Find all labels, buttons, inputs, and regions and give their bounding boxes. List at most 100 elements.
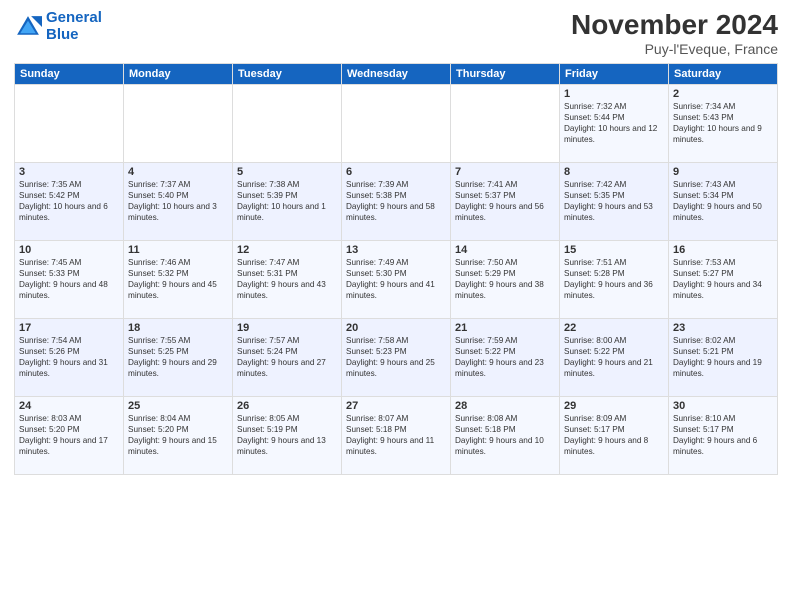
- day-detail: Sunrise: 8:03 AM Sunset: 5:20 PM Dayligh…: [19, 413, 119, 457]
- day-cell: 19Sunrise: 7:57 AM Sunset: 5:24 PM Dayli…: [233, 318, 342, 396]
- day-number: 24: [19, 400, 119, 412]
- day-cell: 8Sunrise: 7:42 AM Sunset: 5:35 PM Daylig…: [560, 162, 669, 240]
- day-detail: Sunrise: 8:07 AM Sunset: 5:18 PM Dayligh…: [346, 413, 446, 457]
- day-cell: 22Sunrise: 8:00 AM Sunset: 5:22 PM Dayli…: [560, 318, 669, 396]
- day-number: 3: [19, 166, 119, 178]
- day-number: 22: [564, 322, 664, 334]
- day-detail: Sunrise: 7:34 AM Sunset: 5:43 PM Dayligh…: [673, 101, 773, 145]
- day-cell: 18Sunrise: 7:55 AM Sunset: 5:25 PM Dayli…: [124, 318, 233, 396]
- day-cell: 17Sunrise: 7:54 AM Sunset: 5:26 PM Dayli…: [15, 318, 124, 396]
- day-detail: Sunrise: 7:55 AM Sunset: 5:25 PM Dayligh…: [128, 335, 228, 379]
- col-thursday: Thursday: [451, 63, 560, 84]
- day-cell: 10Sunrise: 7:45 AM Sunset: 5:33 PM Dayli…: [15, 240, 124, 318]
- day-detail: Sunrise: 7:45 AM Sunset: 5:33 PM Dayligh…: [19, 257, 119, 301]
- day-cell: 3Sunrise: 7:35 AM Sunset: 5:42 PM Daylig…: [15, 162, 124, 240]
- day-number: 7: [455, 166, 555, 178]
- day-number: 26: [237, 400, 337, 412]
- logo-line1: General: [46, 9, 102, 26]
- day-detail: Sunrise: 7:38 AM Sunset: 5:39 PM Dayligh…: [237, 179, 337, 223]
- day-detail: Sunrise: 8:00 AM Sunset: 5:22 PM Dayligh…: [564, 335, 664, 379]
- day-detail: Sunrise: 7:49 AM Sunset: 5:30 PM Dayligh…: [346, 257, 446, 301]
- day-cell: 30Sunrise: 8:10 AM Sunset: 5:17 PM Dayli…: [669, 396, 778, 474]
- day-cell: 29Sunrise: 8:09 AM Sunset: 5:17 PM Dayli…: [560, 396, 669, 474]
- day-number: 20: [346, 322, 446, 334]
- col-saturday: Saturday: [669, 63, 778, 84]
- month-title: November 2024: [571, 10, 778, 41]
- day-cell: 2Sunrise: 7:34 AM Sunset: 5:43 PM Daylig…: [669, 84, 778, 162]
- day-number: 15: [564, 244, 664, 256]
- day-detail: Sunrise: 8:02 AM Sunset: 5:21 PM Dayligh…: [673, 335, 773, 379]
- logo-icon: [14, 13, 42, 41]
- day-cell: 15Sunrise: 7:51 AM Sunset: 5:28 PM Dayli…: [560, 240, 669, 318]
- col-sunday: Sunday: [15, 63, 124, 84]
- day-detail: Sunrise: 7:53 AM Sunset: 5:27 PM Dayligh…: [673, 257, 773, 301]
- week-row-3: 10Sunrise: 7:45 AM Sunset: 5:33 PM Dayli…: [15, 240, 778, 318]
- title-block: November 2024 Puy-l'Eveque, France: [571, 10, 778, 57]
- day-number: 14: [455, 244, 555, 256]
- day-detail: Sunrise: 7:50 AM Sunset: 5:29 PM Dayligh…: [455, 257, 555, 301]
- day-number: 11: [128, 244, 228, 256]
- day-number: 21: [455, 322, 555, 334]
- col-friday: Friday: [560, 63, 669, 84]
- day-cell: 23Sunrise: 8:02 AM Sunset: 5:21 PM Dayli…: [669, 318, 778, 396]
- location-subtitle: Puy-l'Eveque, France: [571, 41, 778, 57]
- day-detail: Sunrise: 7:42 AM Sunset: 5:35 PM Dayligh…: [564, 179, 664, 223]
- day-cell: 4Sunrise: 7:37 AM Sunset: 5:40 PM Daylig…: [124, 162, 233, 240]
- logo-line2: Blue: [46, 26, 79, 43]
- calendar-table: Sunday Monday Tuesday Wednesday Thursday…: [14, 63, 778, 475]
- day-cell: [15, 84, 124, 162]
- col-wednesday: Wednesday: [342, 63, 451, 84]
- col-monday: Monday: [124, 63, 233, 84]
- day-cell: 24Sunrise: 8:03 AM Sunset: 5:20 PM Dayli…: [15, 396, 124, 474]
- col-tuesday: Tuesday: [233, 63, 342, 84]
- day-cell: 9Sunrise: 7:43 AM Sunset: 5:34 PM Daylig…: [669, 162, 778, 240]
- day-detail: Sunrise: 8:10 AM Sunset: 5:17 PM Dayligh…: [673, 413, 773, 457]
- week-row-1: 1Sunrise: 7:32 AM Sunset: 5:44 PM Daylig…: [15, 84, 778, 162]
- logo-text: General Blue: [46, 10, 102, 43]
- day-number: 18: [128, 322, 228, 334]
- day-detail: Sunrise: 7:37 AM Sunset: 5:40 PM Dayligh…: [128, 179, 228, 223]
- day-cell: [233, 84, 342, 162]
- day-detail: Sunrise: 7:59 AM Sunset: 5:22 PM Dayligh…: [455, 335, 555, 379]
- day-number: 5: [237, 166, 337, 178]
- day-number: 1: [564, 88, 664, 100]
- day-detail: Sunrise: 7:35 AM Sunset: 5:42 PM Dayligh…: [19, 179, 119, 223]
- calendar-header-row: Sunday Monday Tuesday Wednesday Thursday…: [15, 63, 778, 84]
- day-number: 28: [455, 400, 555, 412]
- day-detail: Sunrise: 7:46 AM Sunset: 5:32 PM Dayligh…: [128, 257, 228, 301]
- day-number: 16: [673, 244, 773, 256]
- day-cell: [124, 84, 233, 162]
- week-row-4: 17Sunrise: 7:54 AM Sunset: 5:26 PM Dayli…: [15, 318, 778, 396]
- day-number: 29: [564, 400, 664, 412]
- day-cell: 12Sunrise: 7:47 AM Sunset: 5:31 PM Dayli…: [233, 240, 342, 318]
- day-cell: 28Sunrise: 8:08 AM Sunset: 5:18 PM Dayli…: [451, 396, 560, 474]
- day-detail: Sunrise: 8:08 AM Sunset: 5:18 PM Dayligh…: [455, 413, 555, 457]
- day-detail: Sunrise: 8:05 AM Sunset: 5:19 PM Dayligh…: [237, 413, 337, 457]
- day-cell: 7Sunrise: 7:41 AM Sunset: 5:37 PM Daylig…: [451, 162, 560, 240]
- day-detail: Sunrise: 7:51 AM Sunset: 5:28 PM Dayligh…: [564, 257, 664, 301]
- day-number: 10: [19, 244, 119, 256]
- week-row-5: 24Sunrise: 8:03 AM Sunset: 5:20 PM Dayli…: [15, 396, 778, 474]
- day-number: 4: [128, 166, 228, 178]
- week-row-2: 3Sunrise: 7:35 AM Sunset: 5:42 PM Daylig…: [15, 162, 778, 240]
- day-cell: 14Sunrise: 7:50 AM Sunset: 5:29 PM Dayli…: [451, 240, 560, 318]
- day-cell: 20Sunrise: 7:58 AM Sunset: 5:23 PM Dayli…: [342, 318, 451, 396]
- day-detail: Sunrise: 7:57 AM Sunset: 5:24 PM Dayligh…: [237, 335, 337, 379]
- day-cell: 11Sunrise: 7:46 AM Sunset: 5:32 PM Dayli…: [124, 240, 233, 318]
- day-detail: Sunrise: 7:39 AM Sunset: 5:38 PM Dayligh…: [346, 179, 446, 223]
- day-cell: 27Sunrise: 8:07 AM Sunset: 5:18 PM Dayli…: [342, 396, 451, 474]
- day-detail: Sunrise: 7:43 AM Sunset: 5:34 PM Dayligh…: [673, 179, 773, 223]
- day-number: 2: [673, 88, 773, 100]
- day-number: 25: [128, 400, 228, 412]
- day-number: 8: [564, 166, 664, 178]
- day-number: 17: [19, 322, 119, 334]
- day-number: 19: [237, 322, 337, 334]
- day-cell: [342, 84, 451, 162]
- day-cell: [451, 84, 560, 162]
- day-detail: Sunrise: 7:41 AM Sunset: 5:37 PM Dayligh…: [455, 179, 555, 223]
- day-detail: Sunrise: 7:47 AM Sunset: 5:31 PM Dayligh…: [237, 257, 337, 301]
- day-cell: 13Sunrise: 7:49 AM Sunset: 5:30 PM Dayli…: [342, 240, 451, 318]
- day-cell: 26Sunrise: 8:05 AM Sunset: 5:19 PM Dayli…: [233, 396, 342, 474]
- day-cell: 25Sunrise: 8:04 AM Sunset: 5:20 PM Dayli…: [124, 396, 233, 474]
- day-cell: 6Sunrise: 7:39 AM Sunset: 5:38 PM Daylig…: [342, 162, 451, 240]
